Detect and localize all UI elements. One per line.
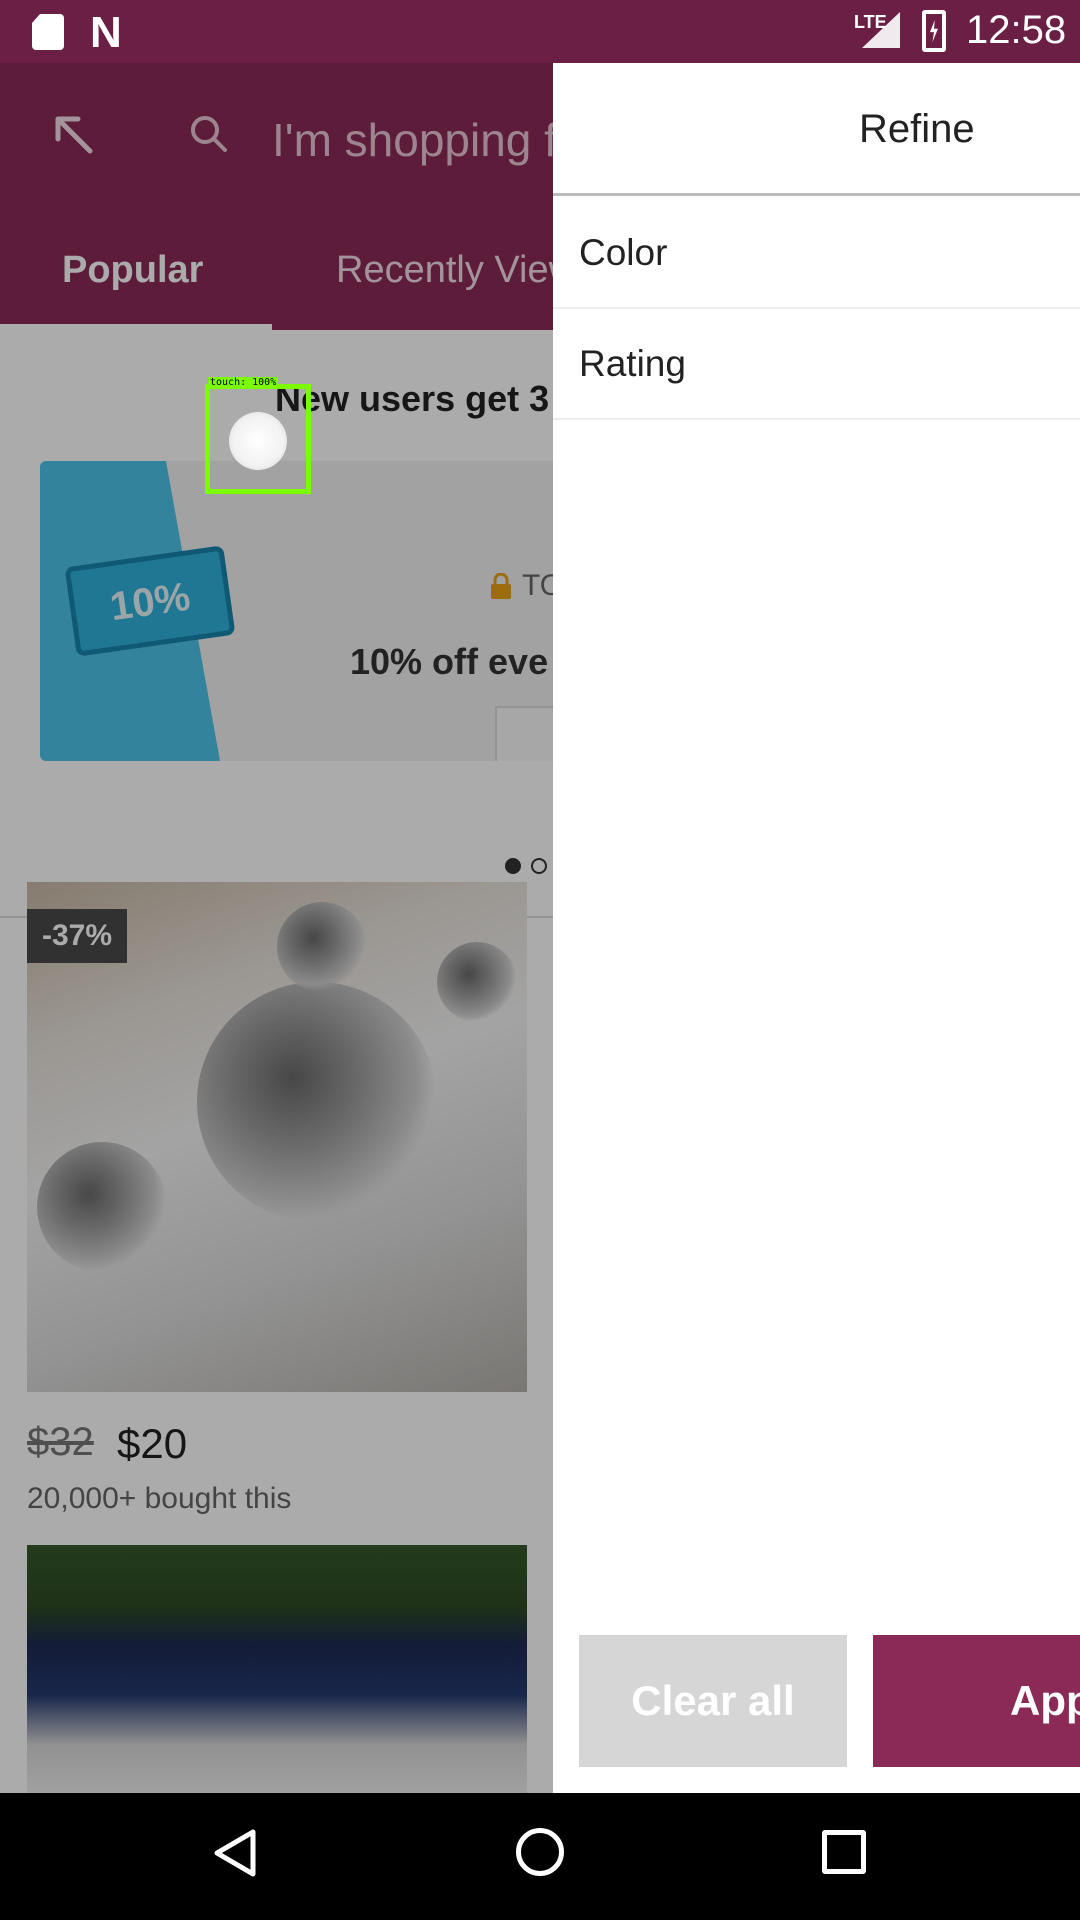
divider [553, 193, 1080, 196]
nav-recents-icon[interactable] [822, 1830, 866, 1874]
filter-label: Rating [579, 343, 686, 384]
nav-back-icon[interactable] [212, 1828, 258, 1878]
refine-drawer: Refine Color Rating Clear all Apply [553, 63, 1080, 1793]
filter-color[interactable]: Color [553, 198, 1080, 309]
battery-charging-icon [922, 10, 946, 52]
navigation-bar [0, 1793, 1080, 1920]
sd-card-icon [32, 14, 64, 50]
touch-point [229, 412, 287, 470]
n-notification-icon: N [90, 8, 122, 57]
nav-home-icon[interactable] [516, 1828, 564, 1876]
touch-indicator-label: touch: 100% [208, 377, 279, 388]
status-bar: N LTE 12:58 [0, 0, 1080, 63]
clear-all-button[interactable]: Clear all [579, 1635, 847, 1767]
drawer-scrim[interactable] [0, 63, 553, 1793]
apply-button[interactable]: Apply [873, 1635, 1080, 1767]
filter-label: Color [579, 232, 668, 273]
clock: 12:58 [966, 8, 1067, 52]
drawer-title: Refine [859, 107, 975, 151]
filter-rating[interactable]: Rating [553, 309, 1080, 420]
